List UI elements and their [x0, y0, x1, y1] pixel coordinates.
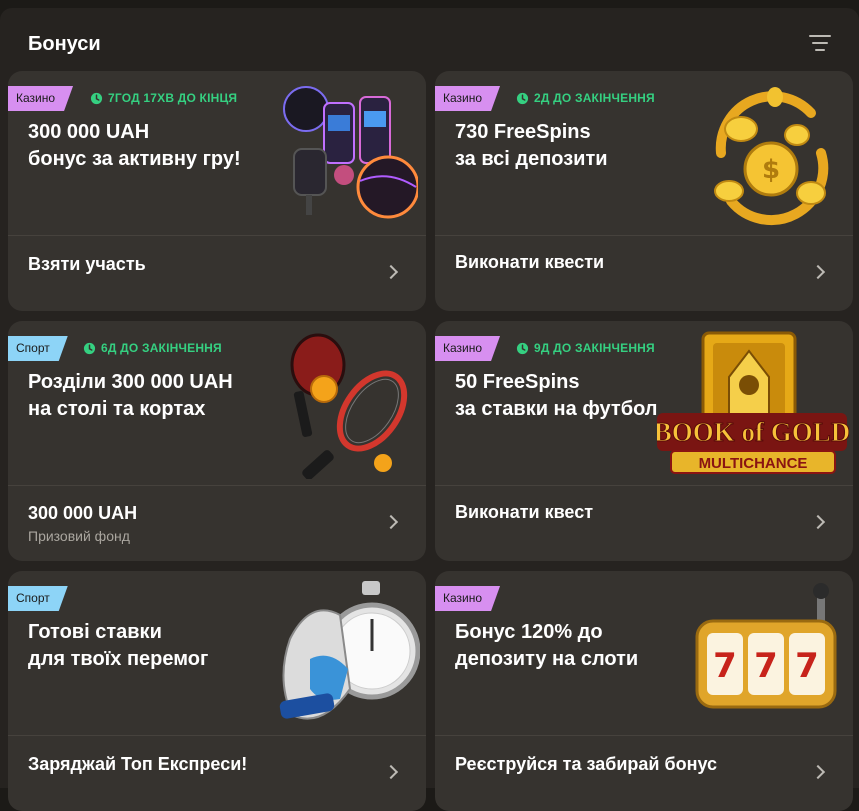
card-divider: [8, 735, 426, 736]
filter-button[interactable]: [804, 28, 834, 58]
bonus-title: Розділи 300 000 UAH на столі та кортах: [28, 369, 288, 423]
gold-coins-art: $: [714, 87, 829, 226]
chevron-right-icon: [810, 514, 826, 530]
bonus-title: 730 FreeSpins за всі депозити: [455, 119, 715, 173]
category-badge: Спорт: [8, 586, 68, 611]
title-line: бонус за активну гру!: [28, 148, 241, 170]
title-line: для твоїх перемог: [28, 648, 209, 670]
category-badge: Казино: [435, 586, 500, 611]
title-line: депозиту на слоти: [455, 648, 639, 670]
title-line: Бонус 120% до: [455, 621, 603, 643]
timer-text: 7ГОД 17ХВ ДО КІНЦЯ: [108, 91, 238, 105]
countdown-timer: 2Д ДО ЗАКІНЧЕННЯ: [516, 91, 655, 105]
filter-icon-line: [812, 42, 828, 44]
card-action-label[interactable]: Виконати квести: [455, 252, 604, 273]
bonus-card-1[interactable]: Казино 7ГОД 17ХВ ДО КІНЦЯ 300 000 UAH бо…: [8, 71, 426, 311]
title-line: на столі та кортах: [28, 398, 206, 420]
bonus-title: Готові ставки для твоїх перемог: [28, 619, 288, 673]
svg-text:7: 7: [795, 646, 819, 686]
card-action-label[interactable]: Заряджай Топ Експреси!: [28, 754, 247, 775]
filter-icon-line: [815, 49, 825, 51]
timer-text: 9Д ДО ЗАКІНЧЕННЯ: [534, 341, 655, 355]
slot-machines-art: [283, 86, 418, 219]
category-badge: Казино: [8, 86, 73, 111]
card-action-label[interactable]: Взяти участь: [28, 254, 146, 275]
chevron-right-icon: [810, 264, 826, 280]
card-action-label[interactable]: Реєструйся та забирай бонус: [455, 754, 717, 775]
title-line: 300 000 UAH: [28, 121, 150, 143]
svg-text:7: 7: [754, 646, 778, 686]
timer-text: 2Д ДО ЗАКІНЧЕННЯ: [534, 91, 655, 105]
stopwatch-glove-art: [279, 581, 420, 720]
category-badge: Спорт: [8, 336, 68, 361]
category-badge: Казино: [435, 86, 500, 111]
bonus-card-5[interactable]: Спорт Готові ставки для твоїх перемог За…: [8, 571, 426, 811]
prize-fund-value: 300 000 UAH: [28, 503, 138, 523]
svg-text:$: $: [762, 155, 780, 185]
page-title: Бонуси: [28, 33, 101, 55]
title-line: Готові ставки: [28, 621, 162, 643]
card-divider: [435, 735, 853, 736]
bonus-card-4[interactable]: Казино 9Д ДО ЗАКІНЧЕННЯ 50 FreeSpins за …: [435, 321, 853, 561]
countdown-timer: 9Д ДО ЗАКІНЧЕННЯ: [516, 341, 655, 355]
card-divider: [435, 235, 853, 236]
bonus-title: 300 000 UAH бонус за активну гру!: [28, 119, 288, 173]
logo-text-1: BOOK of GOLD: [657, 417, 849, 447]
title-line: за всі депозити: [455, 148, 608, 170]
bonus-card-3[interactable]: Спорт 6Д ДО ЗАКІНЧЕННЯ Розділи 300 000 U…: [8, 321, 426, 561]
category-badge: Казино: [435, 336, 500, 361]
chevron-right-icon: [383, 514, 399, 530]
countdown-timer: 6Д ДО ЗАКІНЧЕННЯ: [83, 341, 222, 355]
title-line: 730 FreeSpins: [455, 121, 591, 143]
card-action-label[interactable]: Виконати квест: [455, 502, 593, 523]
svg-text:7: 7: [713, 646, 737, 686]
clock-icon: [516, 342, 529, 354]
book-of-gold-art: BOOK of GOLD MULTICHANCE: [657, 331, 849, 474]
clock-icon: [90, 92, 103, 104]
slot-777-art: 7 7 7: [695, 583, 837, 709]
chevron-right-icon: [810, 764, 826, 780]
countdown-timer: 7ГОД 17ХВ ДО КІНЦЯ: [90, 91, 237, 105]
card-divider: [8, 485, 426, 486]
chevron-right-icon: [383, 264, 399, 280]
filter-icon: [809, 35, 831, 37]
prize-fund-label: Призовий фонд: [28, 528, 130, 544]
timer-text: 6Д ДО ЗАКІНЧЕННЯ: [101, 341, 222, 355]
chevron-right-icon: [383, 764, 399, 780]
bonus-card-2[interactable]: Казино 2Д ДО ЗАКІНЧЕННЯ 730 FreeSpins за…: [435, 71, 853, 311]
title-line: Розділи 300 000 UAH: [28, 371, 233, 393]
clock-icon: [83, 342, 96, 354]
rackets-art: [290, 333, 408, 479]
bonus-card-6[interactable]: Казино Бонус 120% до депозиту на слоти 7…: [435, 571, 853, 811]
logo-text-2: MULTICHANCE: [699, 455, 808, 472]
card-divider: [8, 235, 426, 236]
card-divider: [435, 485, 853, 486]
bonus-title: Бонус 120% до депозиту на слоти: [455, 619, 715, 673]
clock-icon: [516, 92, 529, 104]
